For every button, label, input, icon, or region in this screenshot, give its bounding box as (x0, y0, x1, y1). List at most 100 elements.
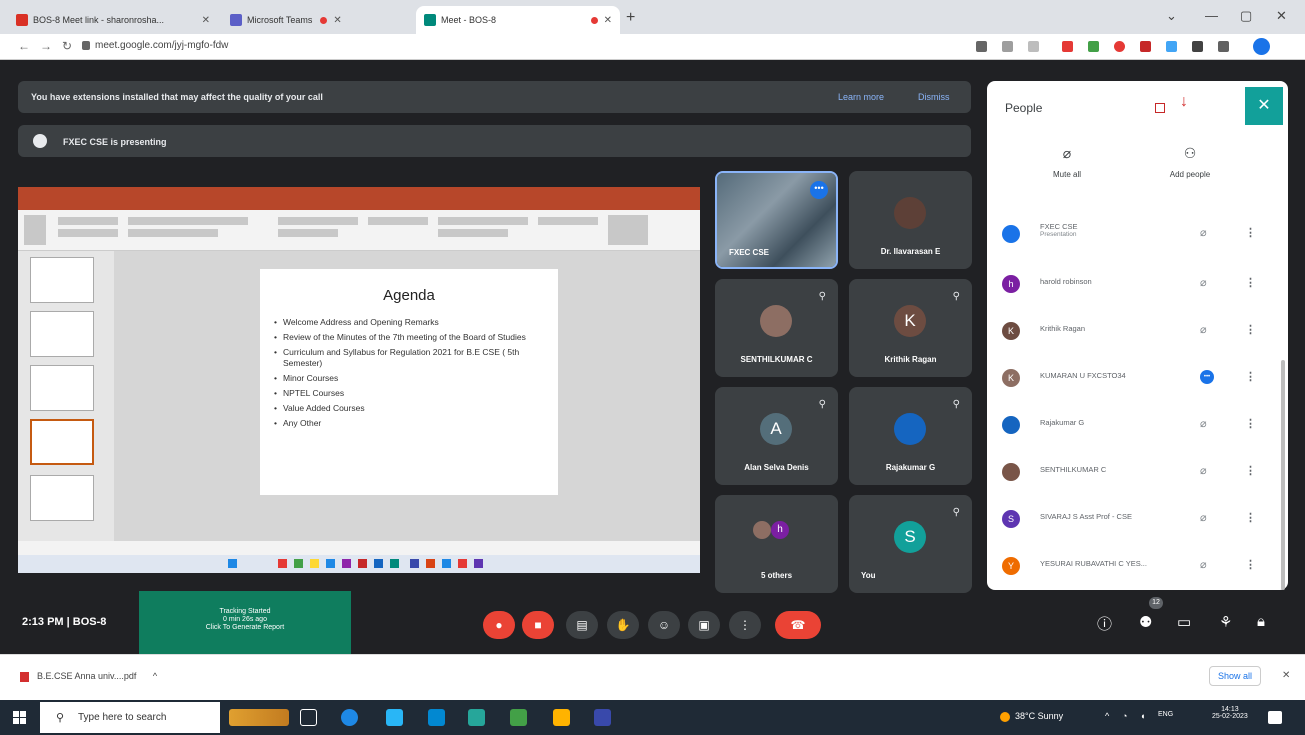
lock-icon[interactable] (82, 41, 90, 50)
chevron-up-icon[interactable]: ^ (153, 671, 157, 681)
profile-avatar[interactable] (1253, 38, 1270, 55)
camera-icon[interactable] (976, 41, 987, 52)
close-icon[interactable]: ✕ (604, 15, 612, 26)
download-item[interactable]: B.E.CSE Anna univ....pdf ^ (20, 671, 157, 682)
extension-icon[interactable] (1114, 41, 1125, 52)
new-tab-button[interactable]: + (626, 9, 635, 27)
volume-icon[interactable]: ◖ (1140, 711, 1145, 721)
edge-icon[interactable] (341, 709, 358, 726)
participant-row[interactable]: SENTHILKUMAR C ⌀ ⋮ (987, 452, 1288, 492)
tab-meet-bos8[interactable]: Meet - BOS-8 ✕ (416, 6, 620, 34)
participant-row[interactable]: h harold robinson ⌀ ⋮ (987, 264, 1288, 304)
participant-row[interactable]: K Krithik Ragan ⌀ ⋮ (987, 311, 1288, 351)
slide-thumbnail[interactable] (30, 475, 94, 521)
more-vert-icon[interactable]: ⋮ (1245, 323, 1256, 336)
extension-icon[interactable] (1166, 41, 1177, 52)
app-icon[interactable] (594, 709, 611, 726)
participant-tile-others[interactable]: h 5 others (715, 495, 838, 593)
people-icon[interactable]: ⚉ (1139, 613, 1152, 631)
tray-chevron-icon[interactable]: ^ (1105, 711, 1109, 721)
tab-microsoft-teams[interactable]: Microsoft Teams ✕ (222, 6, 412, 34)
extension-check-icon[interactable] (1088, 41, 1099, 52)
sidepanel-icon[interactable] (1218, 41, 1229, 52)
wifi-icon[interactable]: ◔ (1122, 711, 1127, 721)
task-view-icon[interactable] (300, 709, 317, 726)
participant-row[interactable]: S SIVARAJ S Asst Prof - CSE ⌀ ⋮ (987, 499, 1288, 539)
share-icon[interactable] (1002, 41, 1013, 52)
host-controls-icon[interactable]: 🔒︎ (1257, 613, 1265, 630)
participant-tile-you[interactable]: ⚲ S You (849, 495, 972, 593)
mic-toggle-button[interactable]: ● (483, 611, 515, 639)
puzzle-icon[interactable] (1192, 41, 1203, 52)
meeting-info-icon[interactable]: ⓘ (1097, 613, 1112, 634)
participant-tile-rajakumar[interactable]: ⚲ Rajakumar G (849, 387, 972, 485)
mute-all-button[interactable]: ⌀ Mute all (1027, 145, 1107, 179)
participant-tile-fxec-cse[interactable]: ••• FXEC CSE (715, 171, 838, 269)
mic-off-icon[interactable]: ⌀ (1200, 558, 1207, 571)
more-vert-icon[interactable]: ⋮ (1245, 558, 1256, 571)
chrome-icon[interactable] (468, 709, 485, 726)
more-vert-icon[interactable]: ⋮ (1245, 276, 1256, 289)
taskbar-search[interactable]: ⚲ Type here to search (40, 702, 220, 733)
add-people-button[interactable]: ⚇ Add people (1150, 145, 1230, 179)
participant-row[interactable]: K KUMARAN U FXCSTO34 ••• ⋮ (987, 358, 1288, 398)
explorer-icon[interactable] (386, 709, 403, 726)
forward-icon[interactable]: → (40, 39, 52, 53)
tab-bos8-meet-link[interactable]: BOS-8 Meet link - sharonrosha... ✕ (8, 6, 218, 34)
participant-row[interactable]: Rajakumar G ⌀ ⋮ (987, 405, 1288, 445)
tracking-widget[interactable]: Tracking Started 0 min 26s ago Click To … (139, 591, 351, 654)
more-options-icon[interactable]: ••• (810, 181, 828, 199)
slide-thumbnail[interactable] (30, 311, 94, 357)
slide-thumbnail-selected[interactable] (30, 419, 94, 465)
generate-report-link[interactable]: Click To Generate Report (139, 624, 351, 632)
participant-tile-krithik[interactable]: ⚲ K Krithik Ragan (849, 279, 972, 377)
panel-scrollbar[interactable] (1281, 360, 1285, 590)
captions-button[interactable]: ▤ (566, 611, 598, 639)
present-button[interactable]: ▣ (688, 611, 720, 639)
maximize-icon[interactable]: ▢ (1240, 8, 1252, 24)
more-vert-icon[interactable]: ⋮ (1245, 226, 1256, 239)
close-icon[interactable]: ✕ (333, 15, 341, 26)
participant-tile-senthilkumar[interactable]: ⚲ SENTHILKUMAR C (715, 279, 838, 377)
more-vert-icon[interactable]: ⋮ (1245, 511, 1256, 524)
camera-toggle-button[interactable]: ■ (522, 611, 554, 639)
star-icon[interactable] (1028, 41, 1039, 52)
more-vert-icon[interactable]: ⋮ (1245, 417, 1256, 430)
minimize-icon[interactable]: — (1205, 8, 1218, 23)
app-icon[interactable] (510, 709, 527, 726)
participant-row[interactable]: FXEC CSE Presentation ⌀ ⋮ (987, 214, 1288, 254)
notifications-icon[interactable] (1268, 711, 1282, 724)
emoji-button[interactable]: ☺ (648, 611, 680, 639)
more-vert-icon[interactable]: ⋮ (1245, 370, 1256, 383)
mic-off-icon[interactable]: ⌀ (1200, 323, 1207, 336)
clock[interactable]: 14:13 25-02-2023 (1212, 706, 1248, 720)
mic-off-icon[interactable]: ⌀ (1200, 226, 1207, 239)
activities-icon[interactable]: ⚘ (1219, 613, 1232, 631)
extension-icon[interactable] (1062, 41, 1073, 52)
show-all-button[interactable]: Show all (1209, 666, 1262, 686)
window-close-icon[interactable]: ✕ (1276, 8, 1287, 24)
mic-off-icon[interactable]: ⌀ (1200, 511, 1207, 524)
dismiss-button[interactable]: Dismiss (918, 92, 950, 102)
close-panel-button[interactable]: ✕ (1245, 87, 1283, 125)
participant-row[interactable]: Y YESURAI RUBAVATHI C YES... ⌀ ⋮ (987, 546, 1288, 586)
language-indicator[interactable]: ENG (1158, 711, 1173, 718)
search-highlight-image[interactable] (229, 709, 289, 726)
close-icon[interactable]: ✕ (1282, 670, 1290, 681)
url-field[interactable]: meet.google.com/jyj-mgfo-fdw (95, 40, 228, 51)
windows-start-icon[interactable] (13, 711, 26, 724)
leave-call-button[interactable]: ☎ (775, 611, 821, 639)
mic-off-icon[interactable]: ⌀ (1200, 276, 1207, 289)
raise-hand-button[interactable]: ✋ (607, 611, 639, 639)
store-icon[interactable] (428, 709, 445, 726)
mic-off-icon[interactable]: ⌀ (1200, 417, 1207, 430)
participant-tile-ilavarasan[interactable]: Dr. Ilavarasan E (849, 171, 972, 269)
more-vert-icon[interactable]: ⋮ (1245, 464, 1256, 477)
chat-icon[interactable]: ▭ (1177, 613, 1191, 631)
slide-thumbnail[interactable] (30, 257, 94, 303)
more-options-button[interactable]: ⋮ (729, 611, 761, 639)
participant-tile-alan[interactable]: ⚲ A Alan Selva Denis (715, 387, 838, 485)
learn-more-link[interactable]: Learn more (838, 92, 884, 102)
weather-widget[interactable]: 38°C Sunny (1000, 711, 1063, 722)
mic-off-icon[interactable]: ⌀ (1200, 464, 1207, 477)
